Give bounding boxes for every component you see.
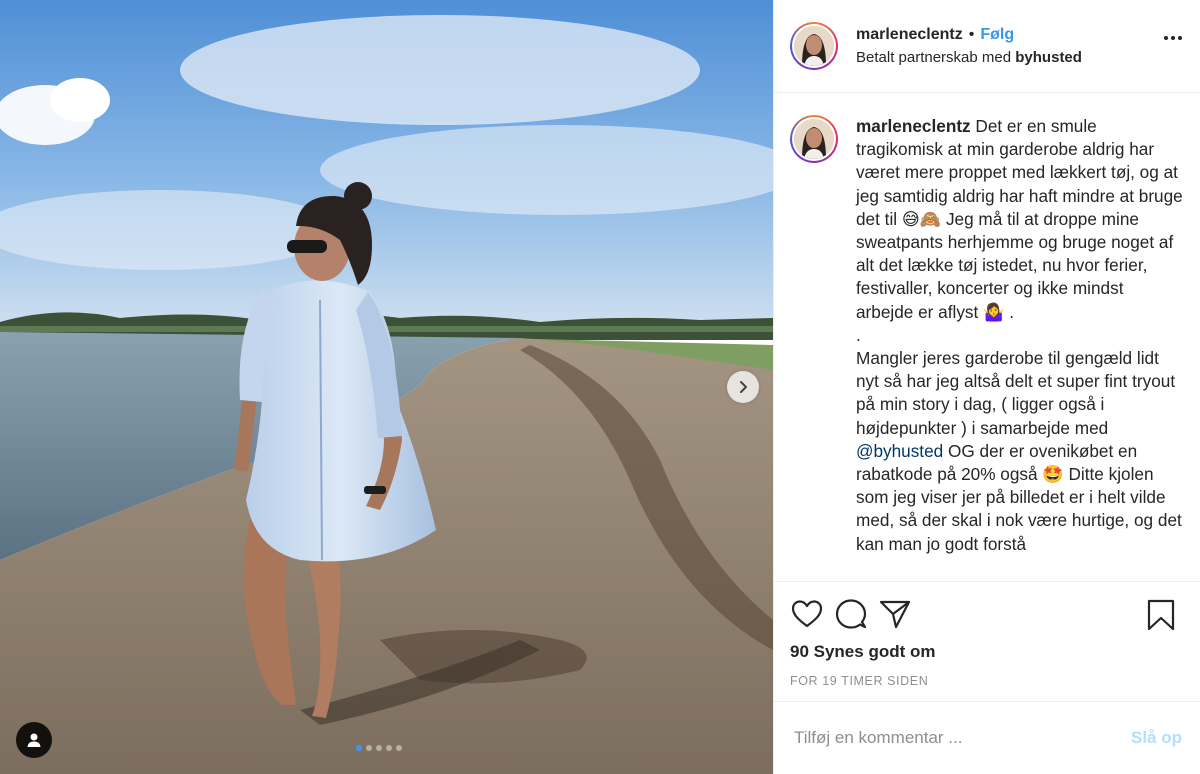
avatar[interactable]	[790, 22, 838, 70]
post-timestamp[interactable]: FOR 19 TIMER SIDEN	[790, 674, 1184, 688]
caption-username-link[interactable]: marleneclentz	[856, 116, 971, 136]
partner-brand-link[interactable]: byhusted	[1015, 49, 1082, 66]
next-photo-button[interactable]	[727, 371, 759, 403]
share-button[interactable]	[878, 597, 912, 631]
caption-avatar[interactable]	[790, 115, 838, 163]
carousel-dot	[356, 745, 362, 751]
comment-input[interactable]	[794, 728, 1131, 748]
heart-icon	[791, 600, 823, 628]
share-icon	[879, 600, 911, 629]
caption-section: marleneclentz Det er en smule tragikomis…	[774, 93, 1200, 581]
instagram-post: marleneclentz • Følg Betalt partnerskab …	[0, 0, 1200, 774]
paid-partnership-label: Betalt partnerskab med byhusted	[856, 49, 1082, 66]
post-header: marleneclentz • Følg Betalt partnerskab …	[774, 0, 1200, 93]
user-tag-icon	[27, 733, 41, 747]
avatar-image	[794, 119, 834, 159]
likes-count[interactable]: 90 Synes godt om	[790, 642, 1184, 662]
save-button[interactable]	[1144, 598, 1178, 632]
carousel-dot	[396, 745, 402, 751]
more-options-icon[interactable]	[1164, 36, 1182, 40]
username-link[interactable]: marleneclentz	[856, 26, 963, 44]
caption-text: marleneclentz Det er en smule tragikomis…	[856, 115, 1184, 581]
post-side-panel: marleneclentz • Følg Betalt partnerskab …	[773, 0, 1200, 774]
separator-bullet: •	[968, 26, 975, 43]
bookmark-icon	[1147, 599, 1175, 631]
post-photo[interactable]	[0, 0, 773, 774]
avatar-image	[794, 26, 834, 66]
mention-link[interactable]: @byhusted	[856, 441, 943, 461]
comment-form: Slå op	[774, 701, 1200, 774]
comment-button[interactable]	[834, 597, 868, 631]
partner-prefix: Betalt partnerskab med	[856, 49, 1016, 66]
follow-button[interactable]: Følg	[980, 26, 1014, 44]
beach-photo	[0, 0, 773, 774]
comment-icon	[835, 599, 867, 629]
tagged-users-button[interactable]	[16, 722, 52, 758]
carousel-indicator	[356, 745, 402, 751]
carousel-dot	[386, 745, 392, 751]
carousel-dot	[366, 745, 372, 751]
carousel-dot	[376, 745, 382, 751]
like-button[interactable]	[790, 597, 824, 631]
chevron-right-icon	[740, 381, 747, 393]
post-comment-button[interactable]: Slå op	[1131, 728, 1182, 748]
caption-body-1: Det er en smule tragikomisk at min garde…	[856, 116, 1183, 438]
post-actions: 90 Synes godt om FOR 19 TIMER SIDEN	[774, 581, 1200, 701]
